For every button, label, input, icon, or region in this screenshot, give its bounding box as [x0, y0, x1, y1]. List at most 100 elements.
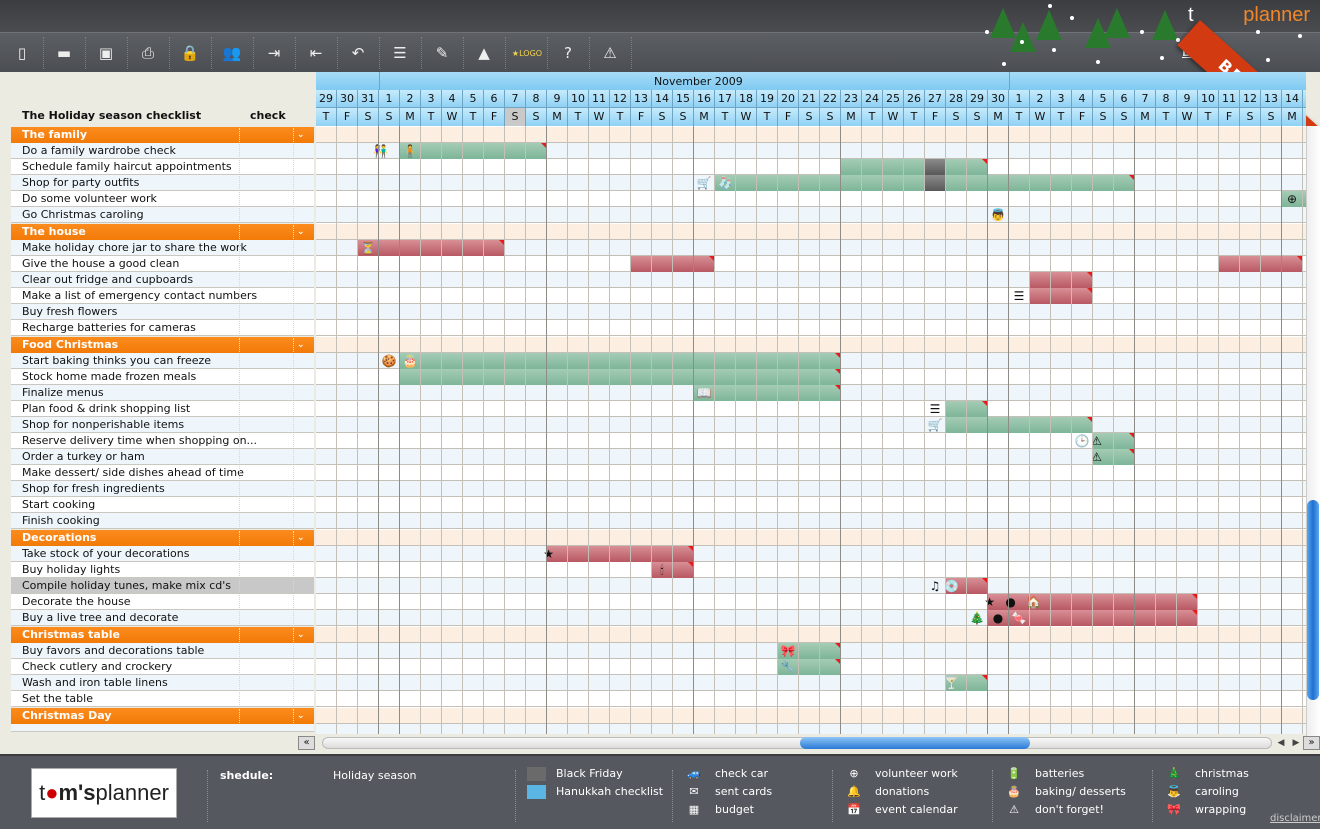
task-row[interactable]: Shop for party outfits	[11, 175, 314, 191]
group-header[interactable]: Christmas table ⌄	[11, 627, 314, 643]
scroll-far-left-button[interactable]: «	[298, 736, 315, 750]
toolbar-button[interactable]: ▯	[10, 41, 34, 65]
task-row[interactable]: Compile holiday tunes, make mix cd's	[11, 578, 314, 594]
divider	[239, 386, 240, 399]
bar-segment	[1030, 272, 1051, 288]
task-bar[interactable]	[1219, 256, 1303, 272]
group-header[interactable]: Food Christmas ⌄	[11, 337, 314, 353]
toolbar-button[interactable]: ↶	[346, 41, 370, 65]
toolbar-button[interactable]: ▲	[472, 41, 496, 65]
bar-segment	[631, 546, 652, 562]
toolbar-button[interactable]: ⎙	[136, 41, 160, 65]
toolbar-button[interactable]: ★LOGO	[510, 41, 544, 65]
task-row[interactable]	[11, 724, 314, 732]
bar-segment	[946, 401, 967, 417]
toolbar-button[interactable]: ▣	[94, 41, 118, 65]
task-row[interactable]: Buy favors and decorations table	[11, 643, 314, 659]
toolbar-button[interactable]: ⇤	[304, 41, 328, 65]
bar-segment	[1051, 175, 1072, 191]
chevron-down-icon[interactable]: ⌄	[297, 627, 305, 643]
toolbar-button[interactable]: ⚠	[598, 41, 622, 65]
scroll-far-right-button[interactable]: »	[1303, 736, 1320, 750]
chevron-down-icon[interactable]: ⌄	[297, 224, 305, 240]
disclaimer-link[interactable]: disclaimer	[1270, 813, 1320, 824]
bar-segment	[1114, 594, 1135, 610]
toolbar-button[interactable]: 👥	[220, 41, 244, 65]
task-row[interactable]: Make holiday chore jar to share the work	[11, 240, 314, 256]
chevron-down-icon[interactable]: ⌄	[297, 708, 305, 724]
chevron-down-icon[interactable]: ⌄	[297, 127, 305, 143]
task-row[interactable]: Order a turkey or ham	[11, 449, 314, 465]
bar-segment	[1072, 175, 1093, 191]
toolbar-button[interactable]: ⇥	[262, 41, 286, 65]
day-number: 18	[736, 90, 757, 108]
task-row[interactable]: Start baking thinks you can freeze	[11, 353, 314, 369]
task-bar[interactable]	[631, 256, 715, 272]
group-header[interactable]: The house ⌄	[11, 224, 314, 240]
task-row[interactable]: Do a family wardrobe check	[11, 143, 314, 159]
task-row[interactable]: Do some volunteer work	[11, 191, 314, 207]
task-row[interactable]: Start cooking	[11, 497, 314, 513]
horizontal-scrollbar-thumb[interactable]	[800, 737, 1030, 749]
bar-segment	[463, 353, 484, 369]
divider	[293, 450, 294, 463]
bar-segment	[778, 385, 799, 401]
task-row[interactable]: Buy fresh flowers	[11, 304, 314, 320]
task-row[interactable]: Plan food & drink shopping list	[11, 401, 314, 417]
task-row[interactable]: Shop for fresh ingredients	[11, 481, 314, 497]
task-bar[interactable]	[715, 175, 1135, 191]
bar-segment	[1072, 610, 1093, 626]
task-row[interactable]: Check cutlery and crockery	[11, 659, 314, 675]
day-number: 8	[1156, 90, 1177, 108]
task-row[interactable]: Buy a live tree and decorate	[11, 610, 314, 626]
bar-segment	[463, 369, 484, 385]
task-bar[interactable]	[1030, 288, 1093, 304]
task-label: Make a list of emergency contact numbers	[22, 289, 258, 302]
task-row[interactable]: Recharge batteries for cameras	[11, 320, 314, 336]
task-row[interactable]: Finalize menus	[11, 385, 314, 401]
group-header[interactable]: Christmas Day ⌄	[11, 708, 314, 724]
divider	[239, 450, 240, 463]
chevron-down-icon[interactable]: ⌄	[297, 530, 305, 546]
task-row[interactable]: Schedule family haircut appointments	[11, 159, 314, 175]
task-row[interactable]: Make dessert/ side dishes ahead of time	[11, 465, 314, 481]
task-row[interactable]: Wash and iron table linens	[11, 675, 314, 691]
task-row[interactable]: Set the table	[11, 691, 314, 707]
toolbar-button[interactable]: ✎	[430, 41, 454, 65]
toolbar-button[interactable]: ▬	[52, 41, 76, 65]
task-row[interactable]: Give the house a good clean	[11, 256, 314, 272]
vertical-scrollbar-thumb[interactable]	[1307, 500, 1319, 700]
bar-segment	[1030, 288, 1051, 304]
task-bar[interactable]	[1030, 272, 1093, 288]
scroll-right-arrow-icon[interactable]: ▶	[1289, 736, 1303, 750]
task-row[interactable]: Stock home made frozen meals	[11, 369, 314, 385]
bell-icon: 🔔	[847, 785, 861, 798]
task-row[interactable]: Shop for nonperishable items	[11, 417, 314, 433]
weekday-label: W	[589, 108, 610, 126]
grid-line	[735, 126, 736, 734]
toolbar-button[interactable]: ☰	[388, 41, 412, 65]
task-row[interactable]: Buy holiday lights	[11, 562, 314, 578]
task-bar[interactable]	[400, 369, 841, 385]
task-row[interactable]: Clear out fridge and cupboards	[11, 272, 314, 288]
toolbar-button[interactable]: ?	[556, 41, 580, 65]
chevron-down-icon[interactable]: ⌄	[297, 337, 305, 353]
task-row[interactable]: Reserve delivery time when shopping on..…	[11, 433, 314, 449]
bar-segment	[589, 369, 610, 385]
horizontal-scrollbar[interactable]	[322, 737, 1272, 749]
task-row[interactable]: Decorate the house	[11, 594, 314, 610]
snowflake-icon	[1160, 56, 1164, 60]
toolbar-button[interactable]: 🔒	[178, 41, 202, 65]
month-divider	[1009, 72, 1010, 90]
group-header[interactable]: The family ⌄	[11, 127, 314, 143]
task-row[interactable]: Take stock of your decorations	[11, 546, 314, 562]
task-bar[interactable]	[946, 401, 988, 417]
task-bar[interactable]	[400, 353, 841, 369]
group-header[interactable]: Decorations ⌄	[11, 530, 314, 546]
task-row[interactable]: Go Christmas caroling	[11, 207, 314, 223]
scroll-left-arrow-icon[interactable]: ◀	[1274, 736, 1288, 750]
day-number: 9	[1177, 90, 1198, 108]
snowflake-icon	[1070, 16, 1074, 20]
task-row[interactable]: Finish cooking	[11, 513, 314, 529]
task-row[interactable]: Make a list of emergency contact numbers	[11, 288, 314, 304]
